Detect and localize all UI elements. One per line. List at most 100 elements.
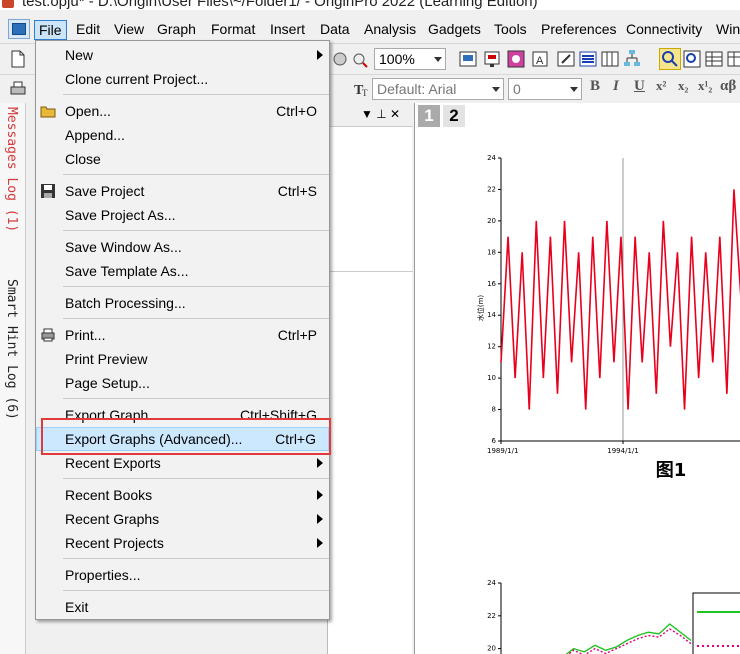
file-menu-open[interactable]: Open... Ctrl+O	[36, 99, 329, 123]
page-tab-2[interactable]: 2	[443, 105, 465, 127]
menu-data[interactable]: Data	[316, 20, 354, 40]
file-menu-page-setup[interactable]: Page Setup...	[36, 371, 329, 395]
menu-item-label: Append...	[65, 127, 125, 143]
tool-icon-b[interactable]	[350, 49, 370, 69]
font-icon[interactable]: TT	[352, 79, 372, 99]
figure1-ylabel: 水位(m)	[476, 295, 485, 322]
subscript-button[interactable]: x₂	[678, 78, 688, 94]
figure2-y-tick-label: 24	[487, 579, 496, 587]
figure1-y-tick-label: 24	[487, 154, 496, 162]
figure1-y-tick-label: 20	[487, 217, 496, 225]
zoom-combo[interactable]: 100%	[374, 48, 446, 70]
edit-icon[interactable]	[556, 49, 576, 69]
print-toolbar-icon[interactable]	[8, 79, 28, 99]
file-menu-save-project[interactable]: Save Project Ctrl+S	[36, 179, 329, 203]
layout-icon-d[interactable]: A	[530, 49, 550, 69]
file-menu-clone-project[interactable]: Clone current Project...	[36, 67, 329, 91]
menu-item-shortcut: Ctrl+S	[277, 183, 317, 199]
menu-window[interactable]: Win	[712, 20, 740, 40]
figure2-y-tick-label: 20	[487, 645, 496, 653]
file-menu-close[interactable]: Close	[36, 147, 329, 171]
figure1-y-tick-label: 10	[487, 374, 496, 382]
grid-icon[interactable]	[704, 49, 724, 69]
superscript-button[interactable]: x²	[656, 78, 666, 94]
figure2-series-1	[565, 623, 692, 654]
menu-tools[interactable]: Tools	[490, 20, 531, 40]
menu-item-label: Recent Projects	[65, 535, 164, 551]
menu-view[interactable]: View	[110, 20, 148, 40]
zoom-region-icon[interactable]	[682, 49, 702, 69]
menu-item-label: Close	[65, 151, 101, 167]
figure1-y-tick-label: 8	[492, 406, 496, 414]
save-disk-icon	[41, 184, 55, 198]
figure1-chart: 6 8 10 12 14 16 18 20 22 24 1989/1/1 1994/1/1 水位(m…	[476, 154, 740, 481]
layout-icon-a[interactable]	[458, 49, 478, 69]
file-menu-new[interactable]: New	[36, 43, 329, 67]
menu-separator	[63, 558, 329, 559]
menu-format[interactable]: Format	[207, 20, 259, 40]
file-menu-recent-projects[interactable]: Recent Projects	[36, 531, 329, 555]
underline-button[interactable]: U	[634, 78, 645, 95]
file-menu-print-preview[interactable]: Print Preview	[36, 347, 329, 371]
smart-hint-log-tab[interactable]: Smart Hint Log (6)	[4, 279, 19, 420]
menu-item-label: Page Setup...	[65, 375, 150, 391]
italic-button[interactable]: I	[613, 78, 619, 95]
window-title: test.opju* - D:\Origin\User Files\~/Fold…	[22, 0, 538, 10]
file-menu-save-template-as[interactable]: Save Template As...	[36, 259, 329, 283]
menu-graph[interactable]: Graph	[153, 20, 200, 40]
tree-icon[interactable]	[622, 49, 642, 69]
panel-header: ▼ ⊥ ✕	[328, 103, 413, 127]
svg-text:A: A	[536, 55, 544, 67]
page-tab-1[interactable]: 1	[418, 105, 440, 127]
layout-icon-b[interactable]	[482, 49, 502, 69]
panel-controls[interactable]: ▼ ⊥ ✕	[361, 107, 400, 121]
file-menu-append[interactable]: Append...	[36, 123, 329, 147]
font-size-combo[interactable]: 0	[508, 78, 582, 100]
file-menu-save-window-as[interactable]: Save Window As...	[36, 235, 329, 259]
messages-log-tab[interactable]: Messages Log (1)	[4, 107, 19, 232]
figure1-x-tick-label: 1994/1/1	[607, 447, 638, 455]
menu-item-label: Open...	[65, 103, 111, 119]
menu-item-label: Save Window As...	[65, 239, 182, 255]
menu-separator	[63, 590, 329, 591]
menu-preferences[interactable]: Preferences	[537, 20, 620, 40]
app-icon	[2, 0, 14, 8]
file-menu-exit[interactable]: Exit	[36, 595, 329, 619]
submenu-arrow-icon	[317, 538, 323, 548]
menu-item-label: Recent Exports	[65, 455, 161, 471]
menu-gadgets[interactable]: Gadgets	[424, 20, 485, 40]
printer-icon	[41, 328, 55, 342]
submenu-arrow-icon	[317, 514, 323, 524]
font-combo[interactable]: Default: Arial	[372, 78, 504, 100]
menu-insert[interactable]: Insert	[266, 20, 309, 40]
menu-item-label: Save Project As...	[65, 207, 176, 223]
menu-item-label: Print...	[65, 327, 106, 343]
menu-connectivity[interactable]: Connectivity	[622, 20, 706, 40]
tool-icon-a[interactable]	[330, 49, 350, 69]
menu-edit[interactable]: Edit	[72, 20, 104, 40]
figure1-y-ticks: 6 8 10 12 14 16 18 20 22 24	[487, 154, 501, 445]
columns-icon[interactable]	[600, 49, 620, 69]
dock-strip: Messages Log (1) Smart Hint Log (6)	[0, 103, 26, 654]
menu-analysis[interactable]: Analysis	[360, 20, 420, 40]
zoom-tool-icon[interactable]	[659, 48, 681, 70]
bold-button[interactable]: B	[590, 78, 600, 95]
font-value: Default: Arial	[377, 81, 457, 97]
table-icon[interactable]	[726, 49, 740, 69]
greek-button[interactable]: αβ	[720, 78, 736, 95]
zoom-value: 100%	[379, 51, 415, 67]
file-menu-batch-processing[interactable]: Batch Processing...	[36, 291, 329, 315]
supsubscript-button[interactable]: x¹₂	[698, 78, 712, 94]
file-menu-save-project-as[interactable]: Save Project As...	[36, 203, 329, 227]
title-bar: test.opju* - D:\Origin\User Files\~/Fold…	[0, 0, 740, 10]
file-menu-print[interactable]: Print... Ctrl+P	[36, 323, 329, 347]
file-menu-properties[interactable]: Properties...	[36, 563, 329, 587]
new-document-icon[interactable]	[8, 49, 28, 69]
open-folder-icon	[40, 106, 56, 118]
file-menu-recent-books[interactable]: Recent Books	[36, 483, 329, 507]
file-menu-recent-graphs[interactable]: Recent Graphs	[36, 507, 329, 531]
window-control-icon[interactable]	[8, 19, 30, 39]
list-icon[interactable]	[578, 49, 598, 69]
layout-icon-c[interactable]	[506, 49, 526, 69]
menu-file[interactable]: File	[34, 20, 67, 40]
